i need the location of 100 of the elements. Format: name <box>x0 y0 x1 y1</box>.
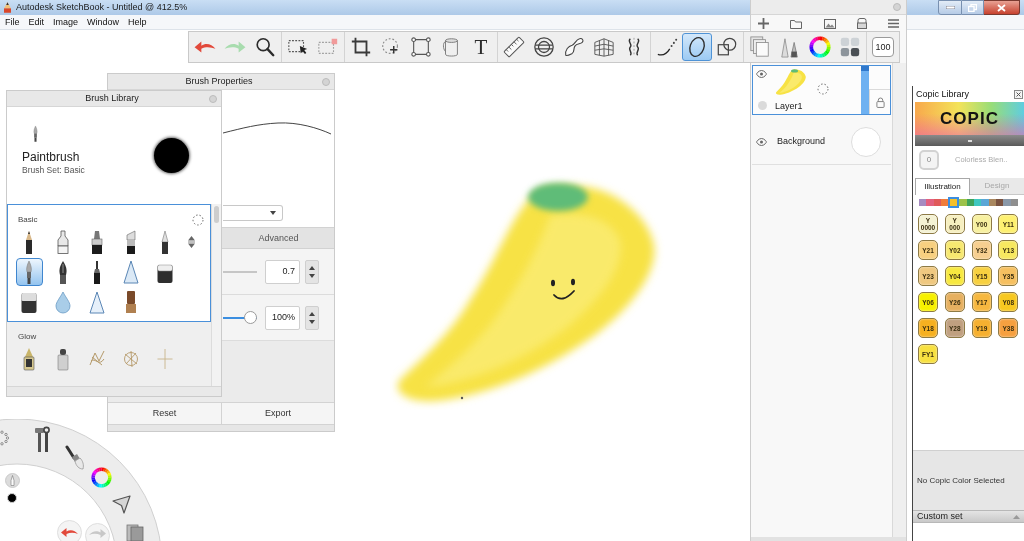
down-triangle-icon <box>309 319 315 324</box>
dotted-circle-icon[interactable] <box>0 430 9 446</box>
magnifier-icon <box>254 36 276 58</box>
custom-set-header[interactable]: Custom set <box>913 510 1024 523</box>
blender-swatch[interactable]: 0 <box>919 150 939 170</box>
pencil-icon <box>4 2 11 13</box>
layer-name: Layer1 <box>775 102 804 111</box>
layer-name: Background <box>777 137 826 146</box>
folder-icon[interactable] <box>790 18 803 29</box>
square-circle-icon <box>716 36 738 58</box>
panel-title: Copic Library <box>916 89 970 99</box>
pointer-arrow-icon[interactable] <box>112 495 132 515</box>
color-family-swatch[interactable] <box>941 199 949 206</box>
eye-icon[interactable] <box>756 137 767 146</box>
color-family-swatch[interactable] <box>966 199 974 206</box>
ellipse-icon <box>686 36 708 58</box>
undo-icon[interactable] <box>57 520 82 541</box>
menu-item[interactable]: Image <box>53 17 79 27</box>
layer-row[interactable]: Background <box>752 119 891 165</box>
scrollbar-thumb[interactable] <box>214 206 219 223</box>
menu-item[interactable]: Window <box>87 17 120 27</box>
restore-button[interactable] <box>962 0 984 15</box>
dashed-circle-icon <box>817 83 829 95</box>
resize-grip[interactable] <box>108 425 334 431</box>
minimize-button[interactable] <box>938 0 962 15</box>
circle-toggle-icon[interactable] <box>758 101 767 110</box>
value-field[interactable]: 0.7 <box>265 259 300 284</box>
undo-icon <box>194 41 216 53</box>
pen-nib-icon <box>55 230 71 254</box>
up-down-arrows-icon[interactable] <box>187 236 195 248</box>
color-family-swatch[interactable] <box>926 199 934 206</box>
padlock-icon <box>875 96 885 108</box>
stacked-pages-icon <box>749 36 771 58</box>
tab[interactable]: Illustration <box>915 178 970 195</box>
value-field[interactable]: 100% <box>265 305 300 330</box>
tab[interactable]: Advanced <box>223 228 334 248</box>
plus-icon[interactable] <box>758 18 769 29</box>
panel-button[interactable]: Reset <box>108 403 222 424</box>
color-wheel-icon[interactable] <box>91 467 112 488</box>
collapse-bar[interactable] <box>915 135 1024 146</box>
status-text: No Copic Color Selected <box>917 476 1005 485</box>
panel-title: Brush Library <box>85 94 139 103</box>
color-family-swatch[interactable] <box>981 199 989 206</box>
spinner-control[interactable] <box>305 259 319 284</box>
color-family-swatch[interactable] <box>959 199 967 206</box>
opacity-slider-handle[interactable] <box>861 66 869 71</box>
section-title: Glow <box>18 333 37 341</box>
lock-button[interactable] <box>869 89 890 114</box>
menu-item[interactable]: File <box>5 17 20 27</box>
slider-thumb[interactable] <box>244 310 257 324</box>
perspective-grid-icon <box>593 36 615 58</box>
opacity-slider-track[interactable] <box>861 66 869 114</box>
hammer-wrench-icon[interactable] <box>35 425 50 453</box>
menu-item[interactable]: Help <box>128 17 147 27</box>
brush-set-section[interactable]: Glow <box>7 322 211 386</box>
rounded-block-icon[interactable] <box>856 18 867 29</box>
color-family-swatch[interactable] <box>919 199 927 206</box>
spinner-control[interactable] <box>305 305 319 330</box>
up-triangle-icon <box>309 265 315 270</box>
menu-item[interactable]: Edit <box>28 17 45 27</box>
close-icon[interactable] <box>1014 89 1023 99</box>
ellipse-button[interactable] <box>682 33 712 61</box>
close-button[interactable] <box>984 0 1020 15</box>
brush-set-section[interactable]: Basic <box>7 204 211 322</box>
slider-track[interactable] <box>223 310 257 325</box>
airbrush-icon <box>123 260 139 284</box>
panel-button[interactable]: Export <box>222 403 334 424</box>
text-button[interactable]: T <box>466 33 496 61</box>
resize-grip[interactable] <box>7 386 221 396</box>
color-dot-icon[interactable] <box>7 493 17 503</box>
window-title: Autodesk SketchBook - Untitled @ 412.5% <box>16 3 188 12</box>
swatch-grid-icon <box>839 36 861 58</box>
color-family-swatch[interactable] <box>1010 199 1018 206</box>
minimize-icon <box>945 6 955 9</box>
logo-text: COPIC <box>940 110 999 127</box>
french-curve-icon <box>563 36 585 58</box>
color-family-swatch[interactable] <box>933 199 941 206</box>
image-icon[interactable] <box>823 18 836 29</box>
layer-row[interactable]: Layer1 <box>752 65 891 115</box>
stacked-pages-icon[interactable] <box>126 524 144 541</box>
color-family-swatch[interactable] <box>995 199 1004 206</box>
color-family-swatch[interactable] <box>948 197 960 208</box>
menu-icon[interactable] <box>888 19 899 28</box>
glow-pen-icon <box>21 347 37 371</box>
brush-icon[interactable] <box>64 445 84 471</box>
scrollbar-track[interactable] <box>211 204 221 386</box>
brush-size-button[interactable]: 100 <box>872 37 894 57</box>
dashed-circle-icon[interactable] <box>192 214 204 226</box>
crop-icon <box>350 36 372 58</box>
pencil-circle-icon[interactable] <box>5 473 20 488</box>
scrollbar-track[interactable] <box>893 63 906 537</box>
eye-icon[interactable] <box>756 70 767 78</box>
color-family-swatch[interactable] <box>988 199 996 206</box>
dropdown-field[interactable] <box>223 205 283 221</box>
color-family-swatch[interactable] <box>973 199 982 206</box>
close-icon <box>997 3 1006 12</box>
caret-down-icon <box>270 211 276 215</box>
chisel-marker-icon <box>123 230 139 254</box>
soft-eraser-icon <box>21 290 37 314</box>
color-family-swatch[interactable] <box>1003 199 1011 206</box>
